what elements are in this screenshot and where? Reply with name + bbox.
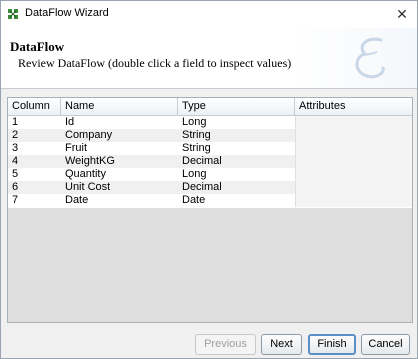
cell-attributes bbox=[295, 129, 412, 142]
cell-type: Decimal bbox=[182, 181, 222, 193]
cell-column: 4 bbox=[12, 155, 19, 167]
window-title: DataFlow Wizard bbox=[25, 7, 109, 19]
fields-table: Column Name Type Attributes 1 Id Long 2 … bbox=[7, 97, 413, 323]
next-button[interactable]: Next bbox=[261, 334, 302, 355]
column-header-column[interactable]: Column bbox=[8, 98, 61, 115]
page-title: DataFlow bbox=[10, 39, 65, 54]
column-header-name[interactable]: Name bbox=[61, 98, 178, 115]
dataflow-wizard-window: DataFlow Wizard ✕ DataFlow Review DataFl… bbox=[0, 0, 418, 359]
table-row[interactable]: 4 WeightKG Decimal bbox=[8, 155, 412, 168]
column-header-attributes[interactable]: Attributes bbox=[295, 98, 412, 115]
cell-column: 6 bbox=[12, 181, 19, 193]
previous-button[interactable]: Previous bbox=[195, 334, 256, 355]
cell-type: Long bbox=[182, 116, 207, 128]
cell-name: Company bbox=[65, 129, 113, 141]
cell-type: Date bbox=[182, 194, 206, 206]
cell-attributes bbox=[295, 116, 412, 129]
title-bar: DataFlow Wizard ✕ bbox=[1, 1, 417, 28]
cell-attributes bbox=[295, 168, 412, 181]
cell-type: Decimal bbox=[182, 155, 222, 167]
table-row[interactable]: 7 Date Date bbox=[8, 194, 412, 207]
table-header: Column Name Type Attributes bbox=[8, 98, 412, 116]
cell-name: WeightKG bbox=[65, 155, 115, 167]
cell-attributes bbox=[295, 194, 412, 207]
cell-attributes bbox=[295, 142, 412, 155]
table-row[interactable]: 1 Id Long bbox=[8, 116, 412, 129]
cancel-button[interactable]: Cancel bbox=[361, 334, 410, 355]
cell-name: Unit Cost bbox=[65, 181, 111, 193]
script-e-logo-icon bbox=[355, 37, 385, 79]
table-row[interactable]: 3 Fruit String bbox=[8, 142, 412, 155]
table-row[interactable]: 2 Company String bbox=[8, 129, 412, 142]
table-row[interactable]: 5 Quantity Long bbox=[8, 168, 412, 181]
close-icon[interactable]: ✕ bbox=[393, 5, 411, 23]
cell-name: Id bbox=[65, 116, 75, 128]
cell-type: Long bbox=[182, 168, 207, 180]
cell-column: 3 bbox=[12, 142, 19, 154]
table-empty-area bbox=[8, 208, 412, 322]
cell-column: 1 bbox=[12, 116, 19, 128]
cell-name: Quantity bbox=[65, 168, 106, 180]
page-subtitle: Review DataFlow (double click a field to… bbox=[18, 56, 292, 70]
finish-button[interactable]: Finish bbox=[308, 334, 356, 355]
table-body: 1 Id Long 2 Company String 3 Fruit Strin… bbox=[8, 116, 412, 207]
cell-column: 2 bbox=[12, 129, 19, 141]
cell-column: 7 bbox=[12, 194, 19, 206]
cell-type: String bbox=[182, 129, 211, 141]
cell-name: Date bbox=[65, 194, 89, 206]
cell-attributes bbox=[295, 155, 412, 168]
app-icon bbox=[8, 9, 18, 19]
cell-type: String bbox=[182, 142, 211, 154]
cell-column: 5 bbox=[12, 168, 19, 180]
cell-name: Fruit bbox=[65, 142, 87, 154]
table-row[interactable]: 6 Unit Cost Decimal bbox=[8, 181, 412, 194]
wizard-header: DataFlow Review DataFlow (double click a… bbox=[1, 28, 417, 89]
cell-attributes bbox=[295, 181, 412, 194]
column-header-type[interactable]: Type bbox=[178, 98, 295, 115]
